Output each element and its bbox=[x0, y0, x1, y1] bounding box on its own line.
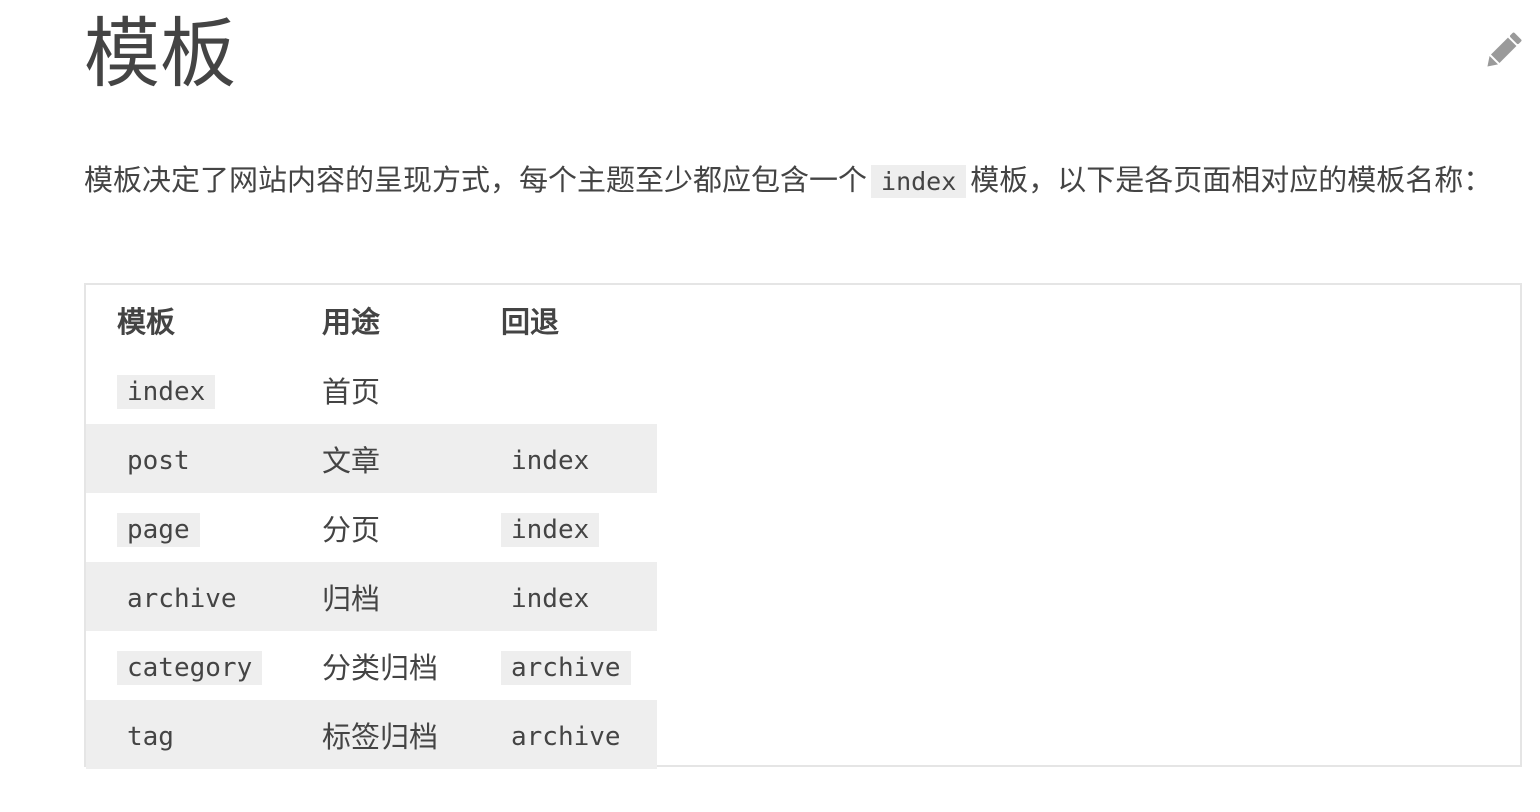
template-usage: 首页 bbox=[322, 374, 381, 409]
table-row: tag 标签归档 archive bbox=[86, 700, 657, 769]
template-fallback: index bbox=[501, 581, 600, 616]
header-usage: 用途 bbox=[322, 305, 381, 339]
template-fallback: index bbox=[501, 443, 600, 478]
template-fallback bbox=[471, 355, 657, 424]
template-name: page bbox=[117, 512, 200, 547]
inline-code-index: index bbox=[871, 165, 967, 198]
header-template: 模板 bbox=[117, 305, 176, 339]
template-name: post bbox=[117, 443, 200, 478]
template-name: tag bbox=[117, 719, 184, 754]
header-fallback: 回退 bbox=[501, 305, 560, 339]
template-usage: 标签归档 bbox=[291, 700, 471, 769]
pencil-icon[interactable] bbox=[1480, 28, 1526, 74]
template-name: index bbox=[117, 374, 216, 409]
template-usage: 分页 bbox=[322, 512, 381, 547]
intro-paragraph: 模板决定了网站内容的呈现方式，每个主题至少都应包含一个 index 模板，以下是各页… bbox=[84, 156, 1504, 206]
table-row: category 分类归档 archive bbox=[86, 631, 657, 700]
template-fallback: index bbox=[501, 512, 600, 547]
intro-text-after: 模板，以下是各页面相对应的模板名称： bbox=[970, 163, 1493, 197]
table-row: page 分页 index bbox=[86, 493, 657, 562]
template-usage: 归档 bbox=[291, 562, 471, 631]
intro-text-before: 模板决定了网站内容的呈现方式，每个主题至少都应包含一个 bbox=[84, 163, 868, 197]
table-header-row: 模板 用途 回退 bbox=[86, 285, 657, 355]
template-name: archive bbox=[117, 581, 247, 616]
template-table: 模板 用途 回退 index 首页 post 文章 index page 分页 … bbox=[84, 283, 1522, 769]
table-row: index 首页 bbox=[86, 355, 657, 424]
template-usage: 文章 bbox=[291, 424, 471, 493]
template-usage: 分类归档 bbox=[322, 650, 439, 685]
table-row: post 文章 index bbox=[86, 424, 657, 493]
template-fallback: archive bbox=[501, 650, 631, 685]
template-fallback: archive bbox=[501, 719, 631, 754]
page-title: 模板 bbox=[84, 9, 236, 98]
template-name: category bbox=[117, 650, 263, 685]
table-row: archive 归档 index bbox=[86, 562, 657, 631]
